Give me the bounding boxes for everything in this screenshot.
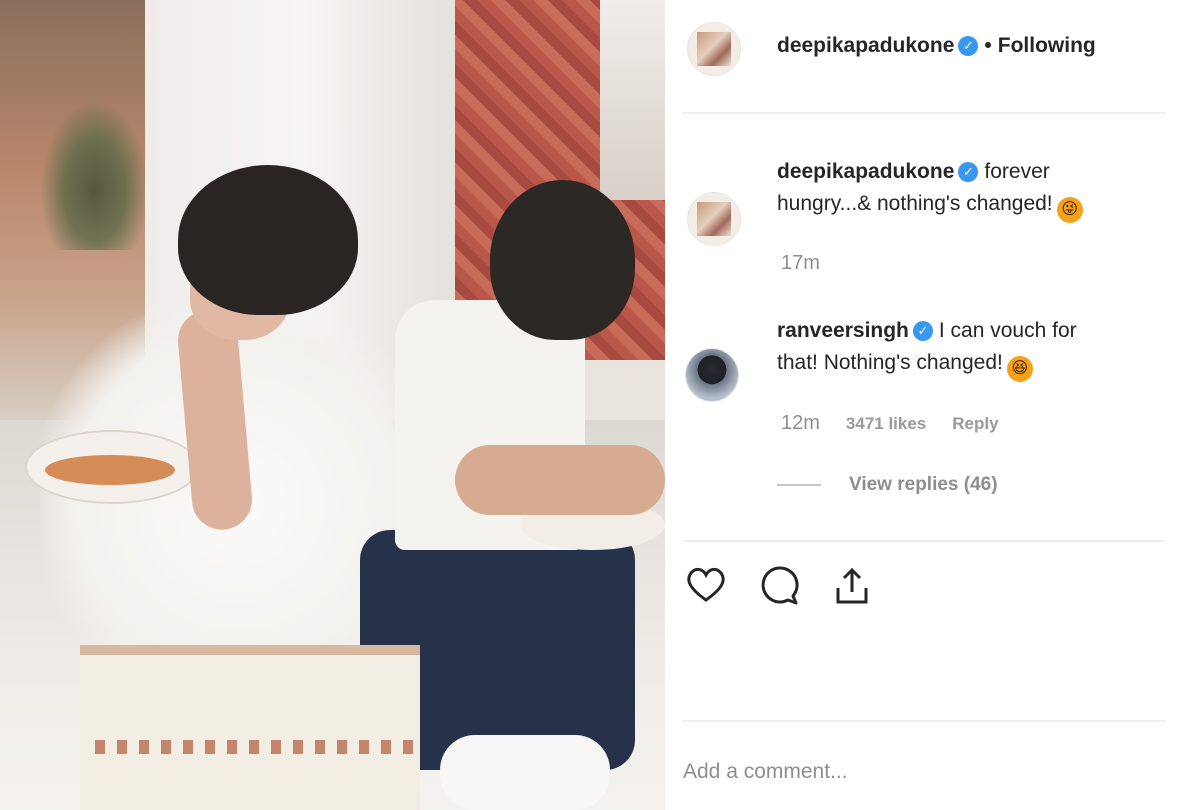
comment-text-line2: that! Nothing's changed! xyxy=(777,351,1003,374)
comment-meta: 17m xyxy=(781,252,820,275)
avatar-image xyxy=(686,349,738,401)
add-comment-input[interactable]: Add a comment... xyxy=(683,760,848,784)
actions-divider xyxy=(683,540,1165,542)
header-separator: • xyxy=(984,34,992,57)
header-divider xyxy=(683,112,1165,114)
comment-text-line1: forever xyxy=(984,160,1050,183)
reply-button[interactable]: Reply xyxy=(952,414,998,433)
author-username[interactable]: deepikapadukone xyxy=(777,34,954,57)
photo-boy-shoe xyxy=(440,735,610,810)
photo-boy-arm xyxy=(455,445,665,515)
comment-avatar[interactable] xyxy=(687,192,741,246)
view-replies-label: View replies (46) xyxy=(849,474,998,495)
avatar-image xyxy=(697,32,731,66)
comment-body: deepikapadukone ✓ forever hungry...& nothi… xyxy=(777,156,1177,223)
verified-badge-icon: ✓ xyxy=(958,162,979,182)
photo-food-left xyxy=(45,455,175,485)
tongue-emoji-icon: 😜 xyxy=(1056,197,1083,223)
laughing-emoji-icon: 😆 xyxy=(1006,356,1033,382)
share-icon[interactable] xyxy=(829,562,875,608)
comment-text-line2: hungry...& nothing's changed! xyxy=(777,192,1053,215)
photo-background-figure xyxy=(600,0,665,200)
heart-icon[interactable] xyxy=(683,562,729,608)
comment-text-line1: I can vouch for xyxy=(938,319,1077,342)
comments-panel: deepikapadukone ✓ • Following deepikapaduko… xyxy=(665,0,1200,810)
post-header: deepikapadukone ✓ • Following xyxy=(777,34,1096,58)
comment-meta: 12m 3471 likes Reply xyxy=(781,412,999,435)
photo-boy-hair xyxy=(490,180,635,340)
comment-body: ranveersingh ✓ I can vouch for that! Nothi… xyxy=(777,315,1177,382)
comment-likes[interactable]: 3471 likes xyxy=(846,414,926,433)
photo-plant xyxy=(40,100,150,250)
following-button[interactable]: Following xyxy=(998,34,1096,57)
photo-stool-trim xyxy=(95,740,415,754)
composer-divider xyxy=(683,720,1165,722)
comment-username[interactable]: ranveersingh xyxy=(777,319,909,342)
comment-username[interactable]: deepikapadukone xyxy=(777,160,954,183)
replies-line xyxy=(777,483,821,486)
view-replies-button[interactable]: View replies (46) xyxy=(777,474,998,496)
verified-badge-icon: ✓ xyxy=(958,36,979,56)
post-photo xyxy=(0,0,665,810)
author-avatar[interactable] xyxy=(687,22,741,76)
verified-badge-icon: ✓ xyxy=(912,321,933,341)
photo-stool xyxy=(80,645,420,810)
comment-avatar[interactable] xyxy=(685,348,739,402)
comment-icon[interactable] xyxy=(755,562,801,608)
avatar-image xyxy=(697,202,731,236)
comment-time[interactable]: 17m xyxy=(781,252,820,274)
photo-girl-hair xyxy=(178,165,358,315)
comment-time[interactable]: 12m xyxy=(781,412,820,434)
